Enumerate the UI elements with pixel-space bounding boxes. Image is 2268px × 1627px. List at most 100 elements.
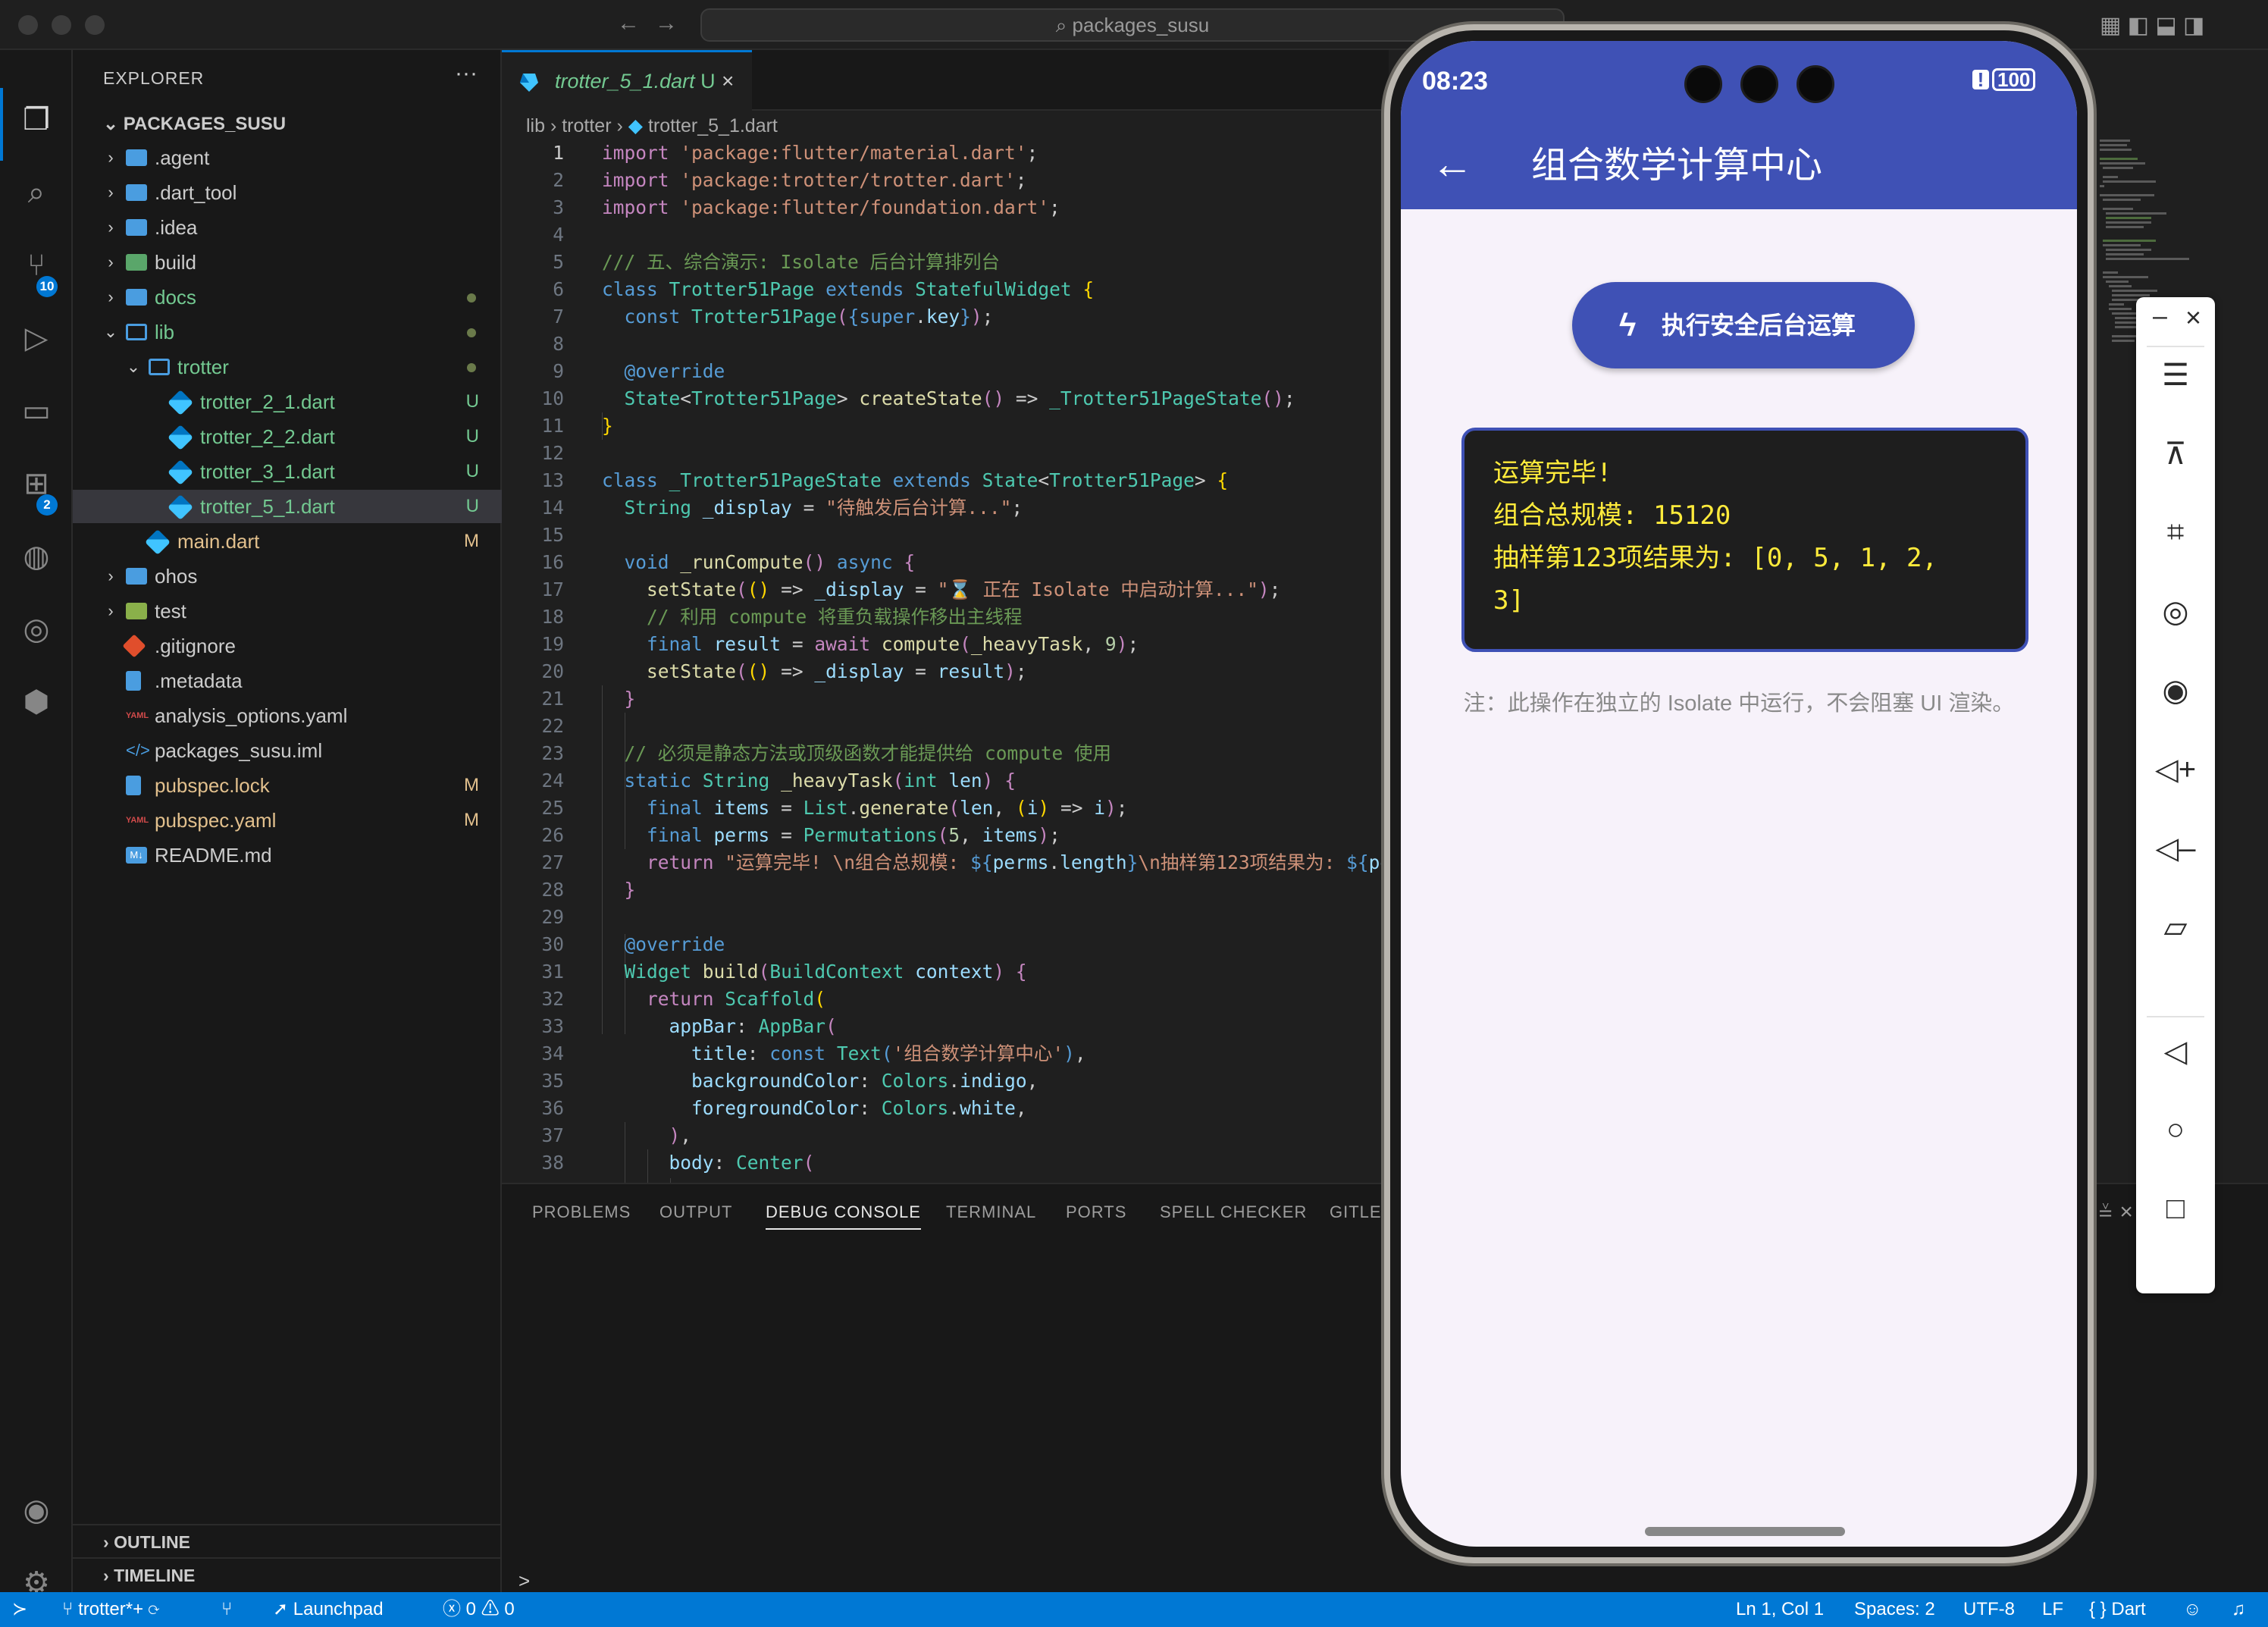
- more-actions-icon[interactable]: ···: [455, 61, 478, 86]
- tree-item-pubspec-yaml[interactable]: YAML pubspec.yaml M: [73, 804, 502, 837]
- code-line: class _Trotter51PageState extends State<…: [602, 469, 1229, 491]
- pin-off-icon[interactable]: ⊼: [2136, 437, 2215, 472]
- code-line: void _runCompute() async {: [624, 551, 916, 573]
- copilot-icon[interactable]: ☺: [2183, 1592, 2202, 1627]
- tree-item-trotter-2-2-dart[interactable]: trotter_2_2.dart U: [73, 420, 502, 453]
- layout-controls[interactable]: ▦ ◧ ⬓ ◨: [2100, 12, 2204, 39]
- tree-item-label: build: [155, 251, 196, 274]
- back-arrow-icon[interactable]: ←: [1431, 141, 1474, 187]
- back-arrow-icon[interactable]: ←: [617, 11, 640, 36]
- tree-item-analysis-options-yaml[interactable]: YAML analysis_options.yaml: [73, 699, 502, 732]
- encoding[interactable]: UTF-8: [1963, 1592, 2015, 1627]
- line-number: 23: [541, 742, 564, 764]
- end-of-line[interactable]: LF: [2042, 1592, 2063, 1627]
- line-number: 27: [541, 851, 564, 873]
- panel-tab-spell-checker[interactable]: SPELL CHECKER: [1160, 1202, 1307, 1222]
- tree-item-trotter-5-1-dart[interactable]: trotter_5_1.dart U: [73, 490, 502, 523]
- timeline-section[interactable]: › TIMELINE: [73, 1557, 502, 1591]
- tree-item-gitignore[interactable]: .gitignore: [73, 629, 502, 663]
- crop-icon[interactable]: ⌗: [2136, 516, 2215, 550]
- forward-arrow-icon[interactable]: →: [655, 11, 678, 36]
- tree-item-ohos[interactable]: › ohos: [73, 560, 502, 593]
- maximize-window-button[interactable]: [85, 15, 105, 35]
- notifications-icon[interactable]: ♫: [2232, 1592, 2245, 1627]
- scm-badge: 10: [36, 276, 58, 297]
- battery-level: 100: [1992, 68, 2036, 91]
- panel-tab-terminal[interactable]: TERMINAL: [946, 1202, 1036, 1222]
- breadcrumb-file[interactable]: trotter_5_1.dart: [648, 115, 778, 136]
- tree-item-build[interactable]: › build: [73, 246, 502, 279]
- problems-indicator[interactable]: ⓧ 0 ⚠ 0: [443, 1592, 515, 1627]
- record-icon[interactable]: ◉: [2136, 673, 2215, 708]
- tree-item-trotter-3-1-dart[interactable]: trotter_3_1.dart U: [73, 455, 502, 488]
- gitlens-icon[interactable]: ◍: [17, 537, 56, 576]
- close-window-button[interactable]: [18, 15, 38, 35]
- run-debug-icon[interactable]: ▷: [17, 318, 56, 358]
- nav-home-icon[interactable]: ○: [2136, 1113, 2215, 1147]
- code-line: import 'package:flutter/material.dart';: [602, 142, 1038, 164]
- panel-tab-debug-console[interactable]: DEBUG CONSOLE: [766, 1202, 921, 1230]
- tree-item-test[interactable]: › test: [73, 594, 502, 628]
- tree-item-main-dart[interactable]: main.dart M: [73, 525, 502, 558]
- containers-icon[interactable]: ⬢: [17, 682, 56, 722]
- tree-item-lib[interactable]: ⌄ lib: [73, 315, 502, 349]
- volume-down-icon[interactable]: ◁–: [2136, 831, 2215, 866]
- launchpad-label: Launchpad: [293, 1599, 384, 1619]
- workspace-root[interactable]: ⌄ PACKAGES_SUSU: [73, 108, 502, 141]
- panel-tab-output[interactable]: OUTPUT: [659, 1202, 732, 1222]
- tree-item-agent[interactable]: › .agent: [73, 141, 502, 174]
- remote-explorer-icon[interactable]: ▭: [17, 391, 56, 431]
- tab-trotter-5-1[interactable]: trotter_5_1.dart U ×: [502, 50, 752, 111]
- nav-recents-icon[interactable]: □: [2136, 1192, 2215, 1226]
- panel-tab-problems[interactable]: PROBLEMS: [532, 1202, 631, 1222]
- close-icon[interactable]: ×: [2136, 302, 2215, 334]
- tree-item-readme-md[interactable]: M↓ README.md: [73, 839, 502, 872]
- tree-item-metadata[interactable]: .metadata: [73, 664, 502, 698]
- code-line: setState(() => _display = result);: [647, 660, 1027, 682]
- nav-back-icon[interactable]: ◁: [2136, 1034, 2215, 1069]
- remote-icon[interactable]: ≻: [12, 1592, 27, 1627]
- volume-up-icon[interactable]: ◁+: [2136, 752, 2215, 787]
- dart-file-icon: [168, 459, 193, 485]
- breadcrumb-lib[interactable]: lib: [526, 115, 545, 136]
- line-number: 37: [541, 1124, 564, 1146]
- cursor-position[interactable]: Ln 1, Col 1: [1736, 1592, 1824, 1627]
- debug-console-prompt[interactable]: >: [518, 1569, 530, 1593]
- active-indicator: [0, 88, 3, 161]
- tree-item-trotter[interactable]: ⌄ trotter: [73, 350, 502, 384]
- breadcrumb-trotter[interactable]: trotter: [562, 115, 611, 136]
- explorer-icon[interactable]: ❐: [17, 100, 56, 140]
- line-number: 38: [541, 1152, 564, 1174]
- error-count: 0: [465, 1599, 477, 1619]
- tree-item-idea[interactable]: › .idea: [73, 211, 502, 244]
- branch-indicator[interactable]: ⑂ trotter*+ ⟳: [62, 1592, 159, 1627]
- tree-item-docs[interactable]: › docs: [73, 281, 502, 314]
- home-indicator[interactable]: [1645, 1527, 1845, 1536]
- isolate-note: 注：此操作在独立的 Isolate 中运行，不会阻塞 UI 渲染。: [1463, 691, 2015, 716]
- language-mode[interactable]: { } Dart: [2089, 1592, 2146, 1627]
- search-icon[interactable]: ⌕: [17, 173, 56, 212]
- tree-item-pubspec-lock[interactable]: pubspec.lock M: [73, 769, 502, 802]
- git-graph-icon[interactable]: ⑂: [221, 1592, 232, 1627]
- tree-item-label: packages_susu.iml: [155, 739, 323, 762]
- launchpad-button[interactable]: ➚ Launchpad: [273, 1592, 384, 1627]
- tree-item-dart-tool[interactable]: › .dart_tool: [73, 176, 502, 209]
- dart-file-icon: [168, 425, 193, 450]
- close-icon[interactable]: ×: [722, 52, 734, 110]
- outline-section[interactable]: › OUTLINE: [73, 1524, 502, 1557]
- indentation[interactable]: Spaces: 2: [1854, 1592, 1935, 1627]
- minimize-window-button[interactable]: [52, 15, 71, 35]
- panel-tab-ports[interactable]: PORTS: [1066, 1202, 1126, 1222]
- account-icon[interactable]: ◉: [17, 1491, 56, 1530]
- run-compute-button[interactable]: ϟ 执行安全后台运算: [1572, 282, 1915, 368]
- menu-icon[interactable]: ☰: [2136, 358, 2215, 393]
- line-number: 20: [541, 660, 564, 682]
- testing-icon[interactable]: ◎: [17, 610, 56, 649]
- extensions-badge: 2: [36, 494, 58, 516]
- tree-item-packages-susu-iml[interactable]: </> packages_susu.iml: [73, 734, 502, 767]
- tree-item-trotter-2-1-dart[interactable]: trotter_2_1.dart U: [73, 385, 502, 419]
- rotate-icon[interactable]: ▱: [2136, 910, 2215, 945]
- screenshot-icon[interactable]: ◎: [2136, 594, 2215, 629]
- code-editor[interactable]: 1 import 'package:flutter/material.dart';…: [502, 140, 1389, 1183]
- line-number: 19: [541, 633, 564, 655]
